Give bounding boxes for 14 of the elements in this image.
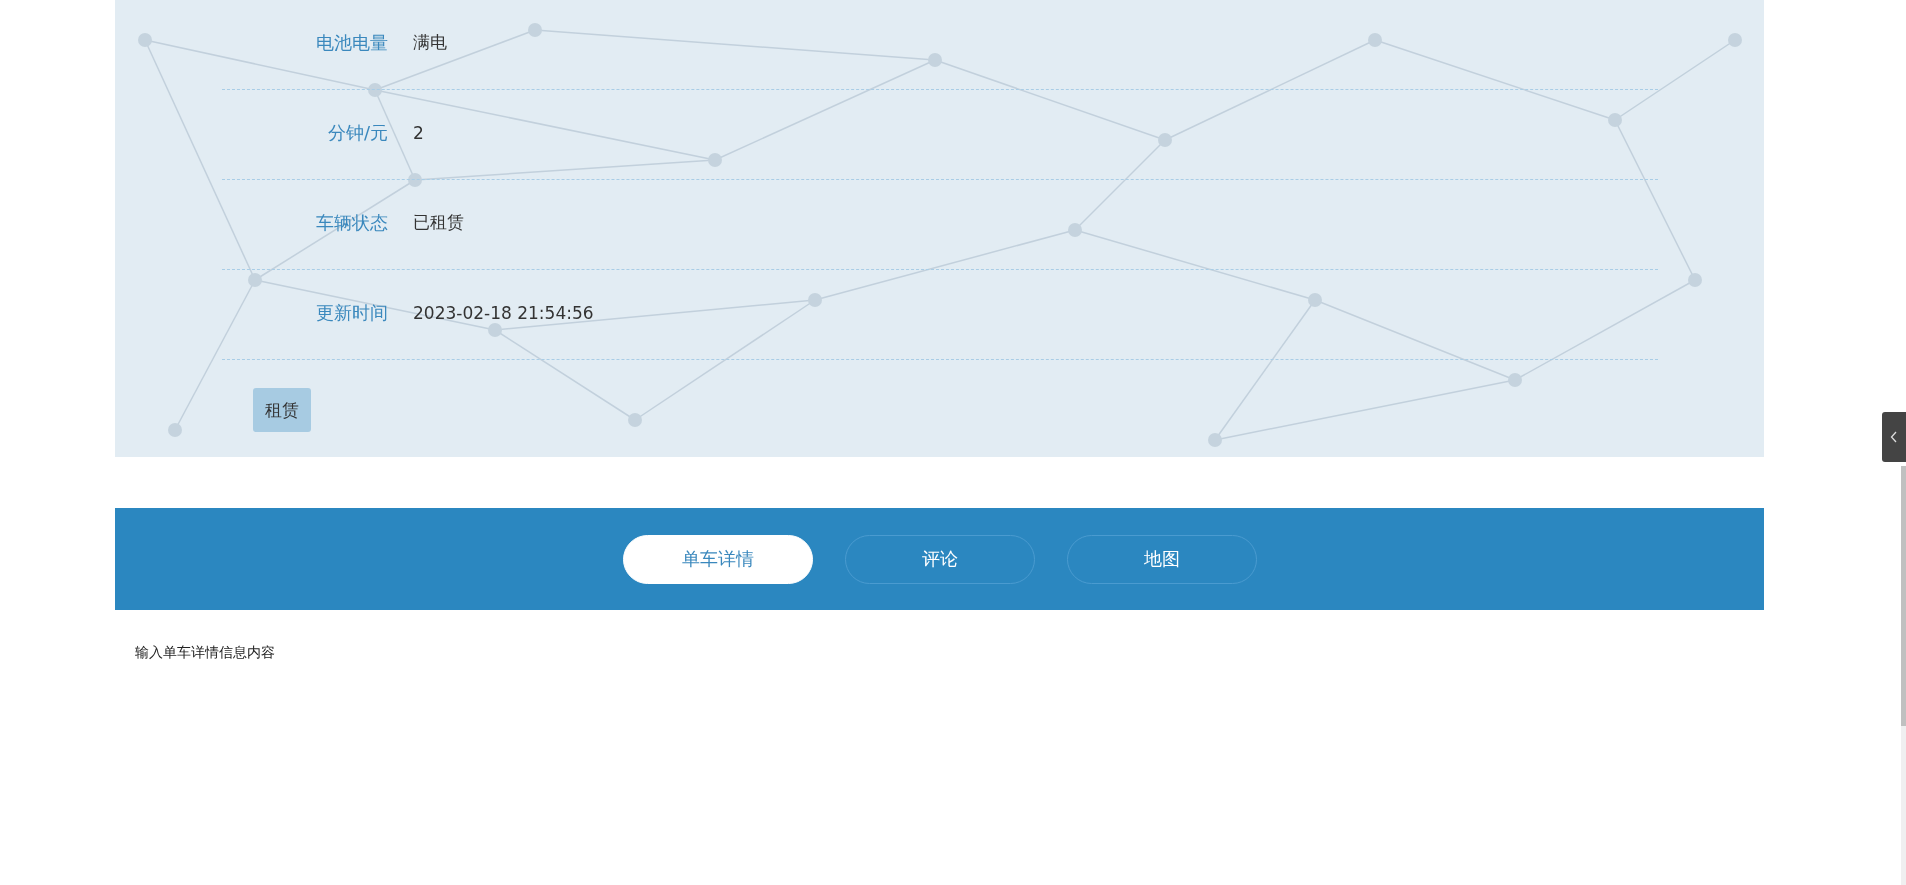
content-text: 输入单车详情信息内容 <box>135 644 276 662</box>
field-value: 已租赁 <box>413 211 464 234</box>
chevron-left-icon <box>1890 431 1898 443</box>
field-label: 车辆状态 <box>315 210 388 235</box>
field-label: 更新时间 <box>315 300 388 325</box>
rent-button[interactable]: 租赁 <box>253 388 311 432</box>
tab[interactable]: 单车详情 <box>622 534 813 584</box>
field-label: 电池电量 <box>315 30 388 55</box>
field-value: 2023-02-18 21:54:56 <box>413 302 594 323</box>
field-value: 2 <box>413 122 424 143</box>
field-value: 满电 <box>413 31 447 54</box>
side-toggle-button[interactable] <box>1882 412 1906 462</box>
scrollbar-thumb[interactable] <box>1901 466 1906 726</box>
field-label: 分钟/元 <box>326 120 388 145</box>
